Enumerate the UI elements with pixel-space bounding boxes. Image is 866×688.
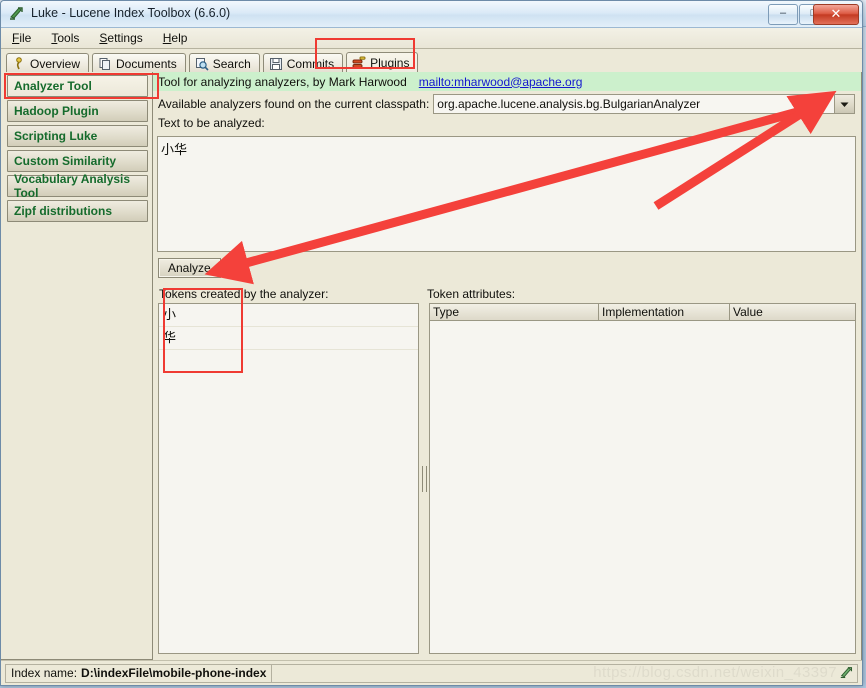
documents-icon xyxy=(98,57,112,71)
menu-item-file[interactable]: File xyxy=(9,30,34,46)
plugin-list: Analyzer Tool Hadoop Plugin Scripting Lu… xyxy=(1,72,153,660)
split-divider[interactable] xyxy=(420,303,428,654)
plugin-item-label: Analyzer Tool xyxy=(14,79,92,93)
token-text: 华 xyxy=(163,330,177,345)
plugins-icon xyxy=(352,56,366,70)
index-name-label: Index name: xyxy=(11,666,78,680)
token-attributes-table[interactable]: Type Implementation Value xyxy=(429,303,856,654)
plugin-item-hadoop-plugin[interactable]: Hadoop Plugin xyxy=(7,100,148,122)
tokens-list[interactable]: 小 华 xyxy=(158,303,419,654)
tab-search[interactable]: Search xyxy=(188,53,260,73)
chevron-down-icon[interactable] xyxy=(834,95,854,113)
overview-icon xyxy=(12,56,26,71)
plugin-item-scripting-luke[interactable]: Scripting Luke xyxy=(7,125,148,147)
analyze-button[interactable]: Analyze xyxy=(158,258,221,278)
analyzer-select-row: Available analyzers found on the current… xyxy=(153,92,861,116)
plugin-item-label: Hadoop Plugin xyxy=(14,104,99,118)
table-header-row: Type Implementation Value xyxy=(430,304,855,321)
tab-documents-label: Documents xyxy=(116,56,177,71)
watermark-text: https://blog.csdn.net/weixin_43397 xyxy=(593,663,837,681)
title-bar: Luke - Lucene Index Toolbox (6.6.0) – □ … xyxy=(1,1,862,28)
plugin-item-zipf-distributions[interactable]: Zipf distributions xyxy=(7,200,148,222)
column-header-type[interactable]: Type xyxy=(430,304,599,321)
minimize-icon: – xyxy=(779,7,787,19)
menu-bar: File Tools Settings Help xyxy=(1,28,862,49)
analyzer-combobox-value: org.apache.lucene.analysis.bg.BulgarianA… xyxy=(437,97,701,111)
content-area: Analyzer Tool Hadoop Plugin Scripting Lu… xyxy=(1,72,862,660)
plugin-item-label: Scripting Luke xyxy=(14,129,98,143)
split-grip-icon xyxy=(421,465,427,492)
tab-bar: Overview Documents Search Commits Plugin… xyxy=(1,49,862,74)
plugin-item-vocabulary-analysis-tool[interactable]: Vocabulary Analysis Tool xyxy=(7,172,148,200)
plugin-item-analyzer-tool[interactable]: Analyzer Tool xyxy=(7,75,148,97)
plugin-item-custom-similarity[interactable]: Custom Similarity xyxy=(7,150,148,172)
tab-overview-label: Overview xyxy=(30,56,81,71)
menu-item-help[interactable]: Help xyxy=(160,30,191,46)
column-header-implementation[interactable]: Implementation xyxy=(599,304,730,321)
tab-overview[interactable]: Overview xyxy=(6,53,90,73)
index-name-status: Index name: D:\indexFile\mobile-phone-in… xyxy=(5,663,273,683)
token-text: 小 xyxy=(163,307,177,322)
list-item[interactable]: 华 xyxy=(159,327,418,350)
tab-commits-label: Commits xyxy=(286,56,335,71)
close-icon: ✕ xyxy=(830,6,842,21)
menu-item-tools[interactable]: Tools xyxy=(48,30,82,46)
tab-documents[interactable]: Documents xyxy=(92,53,186,73)
status-bar-filler: https://blog.csdn.net/weixin_43397 xyxy=(272,663,858,683)
plugin-item-label: Vocabulary Analysis Tool xyxy=(14,172,131,200)
commits-icon xyxy=(269,57,283,71)
close-button[interactable]: ✕ xyxy=(813,4,859,25)
menu-item-settings[interactable]: Settings xyxy=(96,30,145,46)
text-to-analyze-input[interactable]: 小华 xyxy=(157,136,856,252)
author-mail-link[interactable]: mailto:mharwood@apache.org xyxy=(419,75,583,89)
tool-banner-text: Tool for analyzing analyzers, by Mark Ha… xyxy=(158,74,407,89)
column-header-value[interactable]: Value xyxy=(730,304,855,321)
list-item[interactable]: 小 xyxy=(159,304,418,327)
tab-plugins-label: Plugins xyxy=(370,55,410,70)
token-attributes-label: Token attributes: xyxy=(427,287,516,301)
status-bar: Index name: D:\indexFile\mobile-phone-in… xyxy=(1,660,862,685)
analyzer-tool-panel: Tool for analyzing analyzers, by Mark Ha… xyxy=(153,72,862,660)
tab-commits[interactable]: Commits xyxy=(262,53,344,73)
luke-status-icon xyxy=(839,665,855,681)
index-name-value: D:\indexFile\mobile-phone-index xyxy=(81,666,267,680)
tokens-list-label: Tokens created by the analyzer: xyxy=(159,287,329,301)
tool-banner: Tool for analyzing analyzers, by Mark Ha… xyxy=(153,72,861,92)
luke-icon xyxy=(8,5,26,23)
text-to-analyze-label: Text to be analyzed: xyxy=(158,116,265,130)
main-window: Luke - Lucene Index Toolbox (6.6.0) – □ … xyxy=(0,0,863,686)
text-to-analyze-value: 小华 xyxy=(161,142,188,157)
tab-search-label: Search xyxy=(212,56,251,71)
plugin-item-label: Zipf distributions xyxy=(14,204,112,218)
analyze-button-wrap: Analyze xyxy=(158,258,221,278)
search-icon xyxy=(195,57,209,71)
plugin-item-label: Custom Similarity xyxy=(14,154,117,168)
analyzer-select-label: Available analyzers found on the current… xyxy=(158,97,430,111)
analyzer-combobox[interactable]: org.apache.lucene.analysis.bg.BulgarianA… xyxy=(433,94,855,114)
minimize-button[interactable]: – xyxy=(768,4,798,25)
window-title: Luke - Lucene Index Toolbox (6.6.0) xyxy=(31,6,231,20)
tab-plugins[interactable]: Plugins xyxy=(346,52,419,73)
